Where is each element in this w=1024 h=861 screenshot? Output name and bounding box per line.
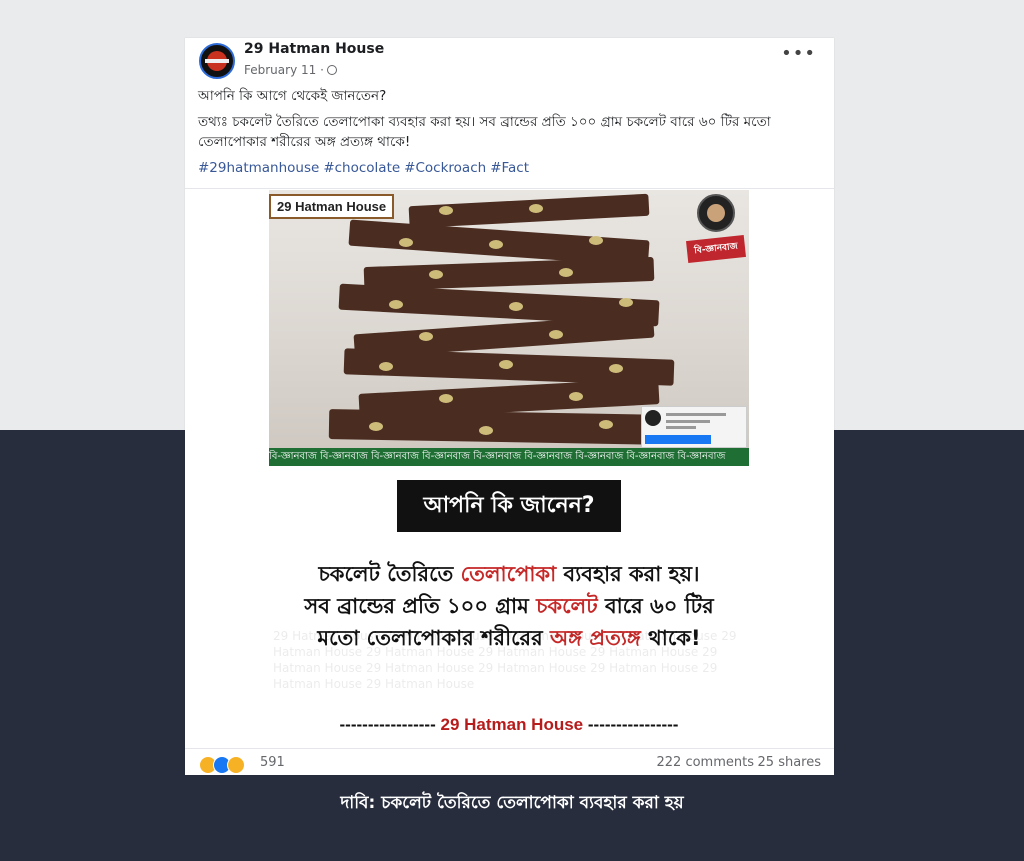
brand-tag: 29 Hatman House bbox=[269, 194, 395, 219]
page-name-link[interactable]: 29 Hatman House bbox=[244, 41, 384, 57]
hashtags: #29hatmanhouse #chocolate #Cockroach #Fact bbox=[198, 158, 818, 178]
reaction-icons[interactable] bbox=[199, 756, 245, 774]
shares-count[interactable]: 25 shares bbox=[758, 755, 821, 770]
more-options-button[interactable]: ••• bbox=[781, 45, 816, 63]
page-avatar[interactable] bbox=[199, 43, 235, 79]
facebook-post-card: 29 Hatman House February 11 · ••• আপনি ক… bbox=[185, 38, 834, 775]
post-text: আপনি কি আগে থেকেই জানতেন? তথ্যঃ চকলেট তৈ… bbox=[198, 86, 818, 178]
post-text-line1: আপনি কি আগে থেকেই জানতেন? bbox=[198, 88, 387, 104]
watermark-text: 29 Hatman House 29 Hatman House 29 Hatma… bbox=[273, 629, 737, 691]
chocolate-photo: 29 Hatman House বি-জ্ঞানবাজ bbox=[269, 190, 749, 448]
comments-count[interactable]: 222 comments bbox=[657, 755, 754, 770]
reactions-bar: 591 222 comments 25 shares bbox=[185, 748, 834, 776]
page-preview-card bbox=[641, 406, 747, 448]
post-meta: February 11 · bbox=[244, 63, 337, 77]
wow-reaction-icon bbox=[227, 756, 245, 774]
bigyanbaj-logo: বি-জ্ঞানবাজ bbox=[686, 194, 746, 270]
reaction-count[interactable]: 591 bbox=[260, 755, 285, 770]
hashtag-link[interactable]: #Fact bbox=[490, 160, 529, 176]
divider bbox=[185, 188, 834, 189]
post-date[interactable]: February 11 · bbox=[244, 63, 324, 77]
post-image[interactable]: 29 Hatman House বি-জ্ঞানবাজ বি-জ্ঞানবাজ … bbox=[269, 190, 749, 738]
hashtag-link[interactable]: #29hatmanhouse bbox=[198, 160, 319, 176]
hashtag-link[interactable]: #Cockroach bbox=[404, 160, 486, 176]
repeated-label-strip: বি-জ্ঞানবাজ বি-জ্ঞানবাজ বি-জ্ঞানবাজ বি-জ… bbox=[269, 448, 749, 466]
post-text-line2: তথ্যঃ চকলেট তৈরিতে তেলাপোকা ব্যবহার করা … bbox=[198, 114, 771, 150]
logo-label: বি-জ্ঞানবাজ bbox=[686, 235, 746, 263]
claim-caption: দাবি: চকলেট তৈরিতে তেলাপোকা ব্যবহার করা … bbox=[340, 793, 684, 813]
footer-brand: ----------------- 29 Hatman House ------… bbox=[339, 715, 679, 734]
globe-icon bbox=[326, 65, 337, 75]
question-heading: আপনি কি জানেন? bbox=[397, 480, 621, 532]
hashtag-link[interactable]: #chocolate bbox=[323, 160, 400, 176]
